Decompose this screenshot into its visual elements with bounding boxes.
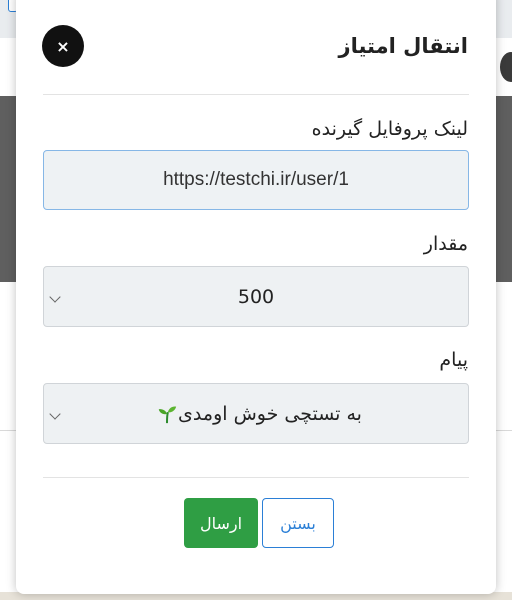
chevron-down-icon bbox=[49, 408, 61, 420]
profile-link-value: https://testchi.ir/user/1 bbox=[163, 169, 349, 190]
close-icon: × bbox=[56, 36, 70, 56]
transfer-points-modal: انتقال امتیاز × لینک پروفایل گیرنده http… bbox=[16, 0, 496, 594]
footer-divider bbox=[43, 477, 469, 478]
header-divider bbox=[43, 94, 469, 95]
profile-link-input[interactable]: https://testchi.ir/user/1 bbox=[43, 150, 469, 210]
profile-link-label: لینک پروفایل گیرنده bbox=[311, 118, 468, 140]
sprout-icon bbox=[158, 405, 177, 423]
send-button[interactable]: ارسال bbox=[184, 498, 258, 548]
amount-label: مقدار bbox=[423, 233, 468, 255]
amount-select[interactable]: 500 bbox=[43, 266, 469, 327]
message-value: به تستچی خوش اومدی bbox=[178, 402, 362, 425]
close-button[interactable]: بستن bbox=[262, 498, 334, 548]
message-select[interactable]: به تستچی خوش اومدی bbox=[43, 383, 469, 444]
close-icon-button[interactable]: × bbox=[42, 25, 84, 67]
background-avatar bbox=[500, 52, 512, 82]
modal-title: انتقال امتیاز bbox=[338, 34, 468, 58]
amount-value: 500 bbox=[237, 285, 275, 308]
chevron-down-icon bbox=[49, 291, 61, 303]
message-label: پیام bbox=[439, 349, 468, 371]
